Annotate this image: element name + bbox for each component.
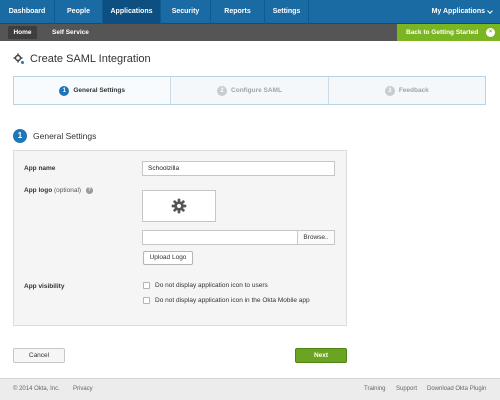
my-applications-menu[interactable]: My Applications [432,0,500,24]
footer: © 2014 Okta, Inc. Privacy Training Suppo… [0,378,500,400]
back-to-getting-started[interactable]: Back to Getting Started × [397,24,500,41]
cancel-button[interactable]: Cancel [13,348,65,363]
section-number: 1 [13,129,27,143]
app-name-label: App name [24,165,56,172]
tab-security[interactable]: Security [161,0,211,24]
close-icon[interactable]: × [486,28,495,37]
step-number: 3 [384,85,395,96]
tab-applications[interactable]: Applications [103,0,161,24]
step-label: Feedback [398,87,429,94]
app-name-input[interactable]: Schoolzilla [142,161,335,176]
app-logo-preview [142,190,216,222]
tab-dashboard[interactable]: Dashboard [0,0,55,24]
download-plugin-link[interactable]: Download Okta Plugin [427,386,486,392]
tab-settings[interactable]: Settings [265,0,309,24]
step-number: 1 [59,85,70,96]
step-label: General Settings [73,87,125,94]
step-label: Configure SAML [231,87,282,94]
copyright-text: © 2014 Okta, Inc. [13,386,60,392]
wizard-steps: 1 General Settings 2 Configure SAML 3 Fe… [13,76,486,105]
wizard-step-feedback: 3 Feedback [329,77,485,104]
section-header: 1 General Settings [13,129,96,143]
browse-button[interactable]: Browse.. [297,230,335,245]
hide-icon-mobile-checkbox[interactable] [143,297,150,304]
page-header: Create SAML Integration [13,53,151,65]
help-icon[interactable]: ? [85,187,93,194]
hide-icon-users-checkbox[interactable] [143,282,150,289]
hide-icon-mobile-label: Do not display application icon in the O… [155,297,310,304]
training-link[interactable]: Training [364,386,385,392]
subnav-self-service[interactable]: Self Service [52,24,89,41]
gear-icon [13,53,24,64]
privacy-link[interactable]: Privacy [73,386,93,392]
app-logo-label: App logo (optional) ? [24,187,93,194]
subnav-home[interactable]: Home [8,26,37,39]
app-logo-label-text: App logo [24,187,53,195]
app-visibility-label: App visibility [24,283,65,290]
getting-started-label: Back to Getting Started [406,29,479,36]
page-title: Create SAML Integration [30,53,151,65]
step-number: 2 [217,85,228,96]
support-link[interactable]: Support [396,386,417,392]
tab-people[interactable]: People [55,0,103,24]
logo-file-path-input[interactable] [142,230,298,245]
chevron-down-icon [487,8,493,14]
upload-logo-button[interactable]: Upload Logo [143,251,193,265]
next-button[interactable]: Next [295,348,347,363]
tab-reports[interactable]: Reports [211,0,265,24]
top-nav: Dashboard People Applications Security R… [0,0,500,24]
optional-text: (optional) [53,187,82,195]
wizard-step-general-settings: 1 General Settings [14,77,172,104]
wizard-step-configure-saml: 2 Configure SAML [171,77,329,104]
gear-icon [171,198,187,214]
section-title: General Settings [33,131,97,141]
my-applications-label: My Applications [431,8,485,15]
hide-icon-users-label: Do not display application icon to users [155,282,268,289]
